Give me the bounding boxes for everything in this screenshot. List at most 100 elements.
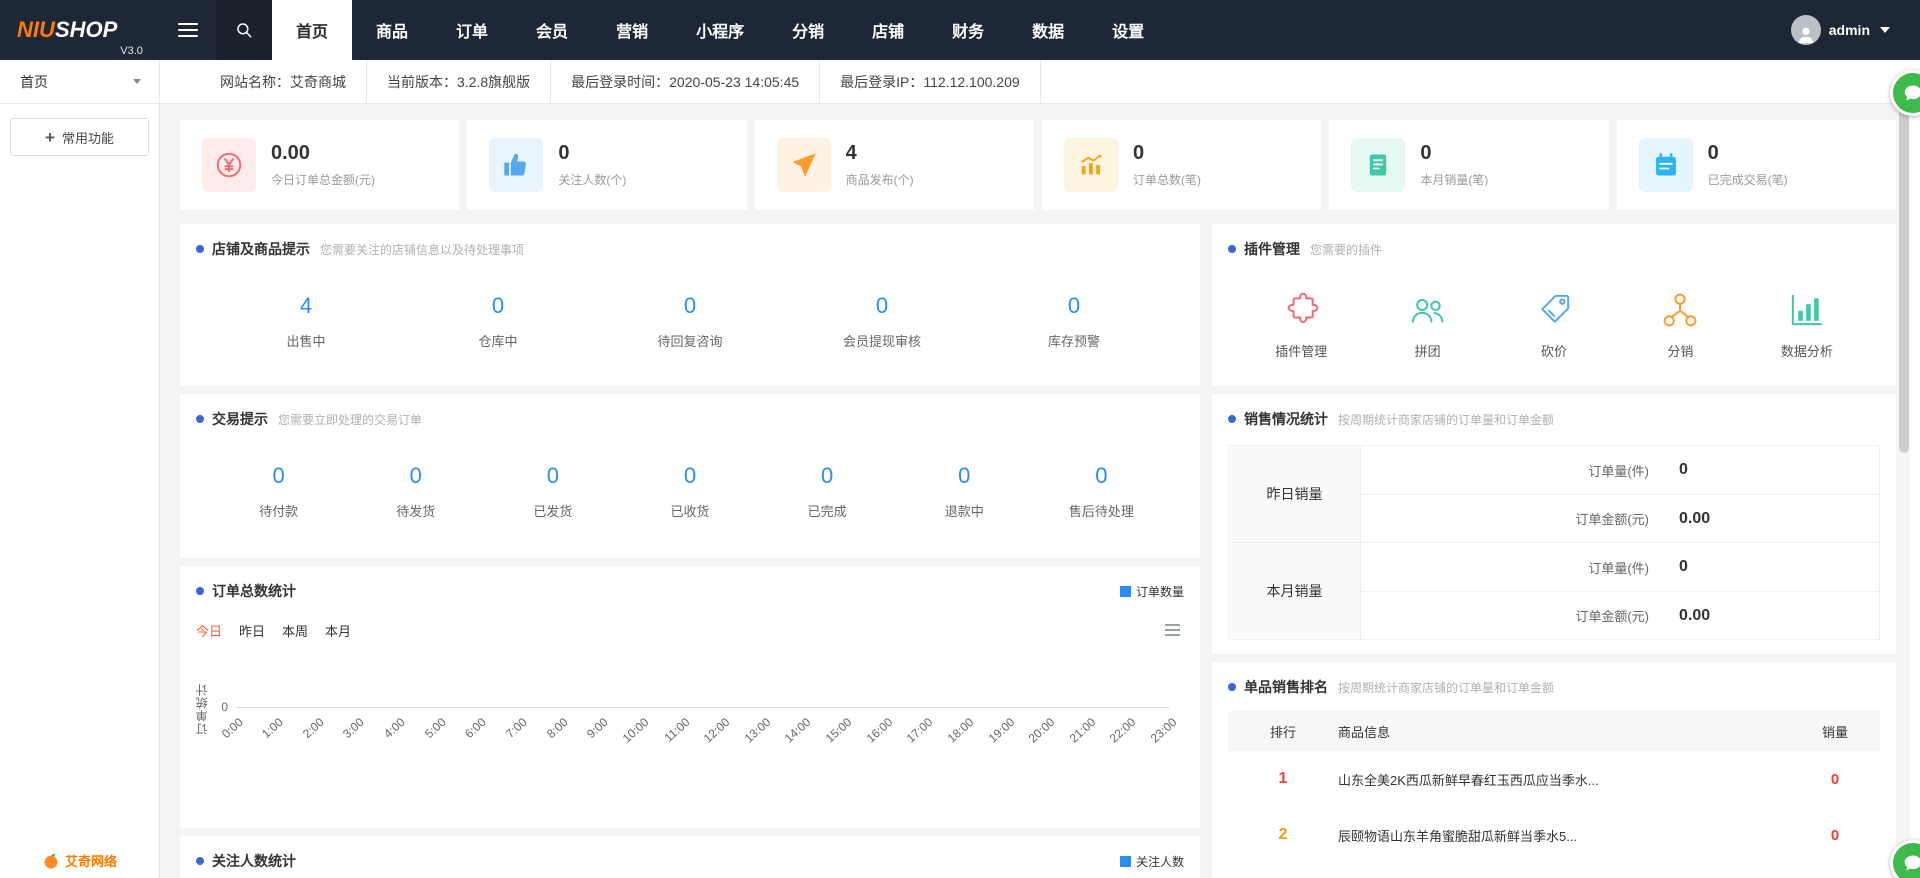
tab-this-month[interactable]: 本月 [325,621,351,640]
stat-label: 退款中 [945,501,984,520]
order-chart-x-axis: 0:001:002:003:004:005:006:007:008:009:00… [236,708,1170,818]
table-row[interactable]: 1 山东全美2K西瓜新鲜早春红玉西瓜应当季水... 0 [1228,751,1880,807]
stat-value: 0 [1420,142,1488,164]
ranking-table-header: 排行 商品信息 销量 [1228,711,1880,751]
search-button[interactable] [216,0,272,60]
x-axis-tick-label: 8:00 [544,715,571,741]
nav-item-finance[interactable]: 财务 [928,0,1008,60]
tab-yesterday[interactable]: 昨日 [239,621,265,640]
table-row[interactable]: 2 辰颐物语山东羊角蜜脆甜瓜新鲜当季水5... 0 [1228,807,1880,863]
legend-label: 订单数量 [1136,583,1184,600]
vertical-scrollbar[interactable] [1898,104,1910,878]
card-title: 交易提示 [212,409,268,429]
orange-fruit-logo-icon [42,852,60,870]
metric-value: 0.00 [1649,510,1879,528]
stat-link-value[interactable]: 0 [492,293,504,319]
chat-bubble-icon [1903,83,1920,103]
nav-item-goods[interactable]: 商品 [352,0,432,60]
nav-item-home[interactable]: 首页 [272,0,352,60]
stat-label: 商品发布(个) [846,171,914,188]
sales-stats-table: 昨日销量 订单量(件) 0 订单金额(元) 0.00 [1228,445,1880,640]
tab-this-week[interactable]: 本周 [282,621,308,640]
stat-label: 关注人数(个) [558,171,626,188]
stat-link-value[interactable]: 0 [272,463,284,489]
stat-value: 0 [558,142,626,164]
stat-label: 订单总数(笔) [1133,171,1201,188]
x-axis-tick-label: 22:00 [1107,715,1139,745]
nav-item-miniprogram[interactable]: 小程序 [672,0,768,60]
x-axis-tick-label: 13:00 [742,715,774,745]
shop-tips-stats: 4 出售中 0 仓库中 0 待回复咨询 [180,271,1200,350]
stat-link-value[interactable]: 0 [684,463,696,489]
group-buy-icon [1407,289,1449,331]
sales-period-label: 本月销量 [1229,543,1361,639]
left-column: 店铺及商品提示 您需要关注的店铺信息以及待处理事项 4 出售中 0 [180,224,1200,878]
chart-toolbox-icon[interactable] [1165,624,1184,636]
x-axis-tick-label: 5:00 [422,715,449,741]
follower-chart-card: 关注人数统计 关注人数 [180,836,1200,878]
user-menu[interactable]: admin [1791,0,1890,60]
plugin-item-group-buy[interactable]: 拼团 [1364,289,1490,360]
data-analysis-icon [1786,289,1828,331]
menu-toggle-button[interactable] [160,0,216,60]
card-subtitle: 您需要立即处理的交易订单 [278,411,422,428]
puzzle-icon [1280,289,1322,331]
nav-item-marketing[interactable]: 营销 [592,0,672,60]
plugin-item-manager[interactable]: 插件管理 [1238,289,1364,360]
bill-icon [1351,138,1405,192]
stat-label: 已收货 [670,501,709,520]
plugin-items: 插件管理 拼团 [1212,271,1896,360]
stat-label: 待发货 [396,501,435,520]
metric-label: 订单量(件) [1361,461,1649,480]
table-row: 订单金额(元) 0.00 [1361,494,1879,542]
stat-link-value[interactable]: 0 [684,293,696,319]
admin-dashboard: NIU SHOP V3.0 首页 商品 订单 会员 营销 小程序 分销 店铺 财… [0,0,1920,878]
stat-link-value[interactable]: 0 [410,463,422,489]
plugin-item-distribution[interactable]: 分销 [1617,289,1743,360]
plugin-label: 分销 [1667,341,1693,360]
stat-link-value[interactable]: 0 [876,293,888,319]
table-row: 订单量(件) 0 [1361,543,1879,591]
plugin-item-bargain[interactable]: 砍价 [1491,289,1617,360]
nav-item-shop[interactable]: 店铺 [848,0,928,60]
nav-item-members[interactable]: 会员 [512,0,592,60]
user-name: admin [1829,22,1870,38]
nav-item-orders[interactable]: 订单 [432,0,512,60]
app-body: 首页 常用功能 艾奇网络 网站名称：艾奇商城 当前版本：3.2.8旗舰版 最后登… [0,60,1920,878]
stat-stock-warning: 0 库存预警 [978,293,1170,350]
last-login-time: 最后登录时间：2020-05-23 14:05:45 [551,60,820,103]
order-chart-plot: 订单统计 0 0:001:002:003:004:005:006:007:008… [180,645,1200,829]
title-dot-icon [196,245,204,253]
shop-tips-card: 店铺及商品提示 您需要关注的店铺信息以及待处理事项 4 出售中 0 [180,224,1200,386]
column-header-sales: 销量 [1790,722,1880,741]
plugin-label: 砍价 [1541,341,1567,360]
scrollbar-thumb[interactable] [1899,108,1909,453]
quick-function-button[interactable]: 常用功能 [10,118,149,156]
brand-logo-niu: NIU [17,19,55,41]
nav-item-distribution[interactable]: 分销 [768,0,848,60]
plugin-item-data-analysis[interactable]: 数据分析 [1744,289,1870,360]
stat-link-value[interactable]: 0 [1095,463,1107,489]
tab-today[interactable]: 今日 [196,621,222,640]
x-axis-tick-label: 19:00 [985,715,1017,745]
stat-link-value[interactable]: 0 [1068,293,1080,319]
chart-legend: 关注人数 [1120,853,1184,870]
stat-label: 已发货 [533,501,572,520]
x-axis-tick-label: 11:00 [661,715,692,745]
brand-logo: NIU SHOP V3.0 [0,0,160,60]
product-name: 山东全美2K西瓜新鲜早春红玉西瓜应当季水... [1338,770,1790,789]
stat-label: 本月销量(笔) [1420,171,1488,188]
product-ranking-card: 单品销售排名 按周期统计商家店铺的订单量和订单金额 排行 商品信息 销量 [1212,662,1896,878]
nav-item-data[interactable]: 数据 [1008,0,1088,60]
chart-legend: 订单数量 [1120,583,1184,600]
brand-logo-shop: SHOP [55,19,117,41]
stat-link-value[interactable]: 0 [547,463,559,489]
x-axis-tick-label: 12:00 [701,715,733,745]
main-area: 网站名称：艾奇商城 当前版本：3.2.8旗舰版 最后登录时间：2020-05-2… [160,60,1920,878]
nav-item-settings[interactable]: 设置 [1088,0,1168,60]
x-axis-tick-label: 15:00 [823,715,855,745]
stat-link-value[interactable]: 0 [958,463,970,489]
sidebar-module-select[interactable]: 首页 [0,60,159,104]
stat-link-value[interactable]: 0 [821,463,833,489]
stat-link-value[interactable]: 4 [300,293,312,319]
